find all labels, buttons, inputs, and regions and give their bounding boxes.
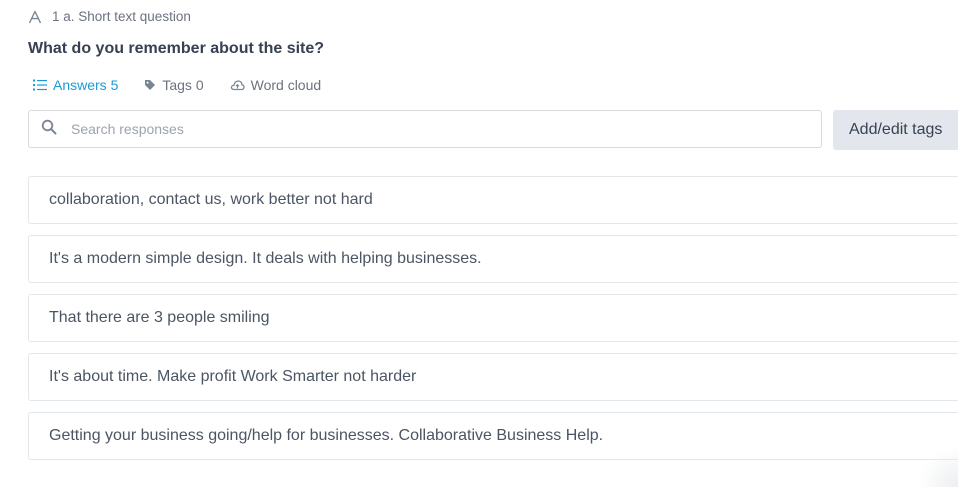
- tab-word-cloud-label: Word cloud: [250, 77, 322, 93]
- tab-word-cloud[interactable]: Word cloud: [230, 77, 322, 93]
- answer-item: collaboration, contact us, work better n…: [28, 176, 958, 224]
- question-title: What do you remember about the site?: [28, 40, 325, 57]
- answer-item: Getting your business going/help for bus…: [28, 412, 958, 460]
- add-edit-tags-button[interactable]: Add/edit tags: [833, 110, 958, 150]
- tag-icon: [145, 80, 156, 90]
- corner-shadow: [918, 447, 958, 487]
- answer-list: collaboration, contact us, work better n…: [28, 176, 958, 471]
- answer-item: That there are 3 people smiling: [28, 294, 958, 342]
- cloud-icon: [230, 80, 245, 91]
- short-text-icon: [28, 10, 42, 24]
- search-input[interactable]: [69, 120, 773, 138]
- tab-tags-label: Tags 0: [162, 77, 204, 93]
- tab-tags[interactable]: Tags 0: [144, 77, 204, 93]
- search-icon: [41, 119, 57, 140]
- question-type: 1 a. Short text question: [28, 9, 191, 24]
- question-type-label: 1 a. Short text question: [52, 9, 191, 24]
- search-box: [28, 110, 822, 148]
- tab-answers-label: Answers 5: [53, 77, 119, 93]
- tab-bar: Answers 5 Tags 0 Word cloud: [33, 77, 347, 93]
- answer-item: It's about time. Make profit Work Smarte…: [28, 353, 958, 401]
- list-icon: [33, 79, 47, 91]
- tab-answers[interactable]: Answers 5: [33, 77, 118, 93]
- answer-item: It's a modern simple design. It deals wi…: [28, 235, 958, 283]
